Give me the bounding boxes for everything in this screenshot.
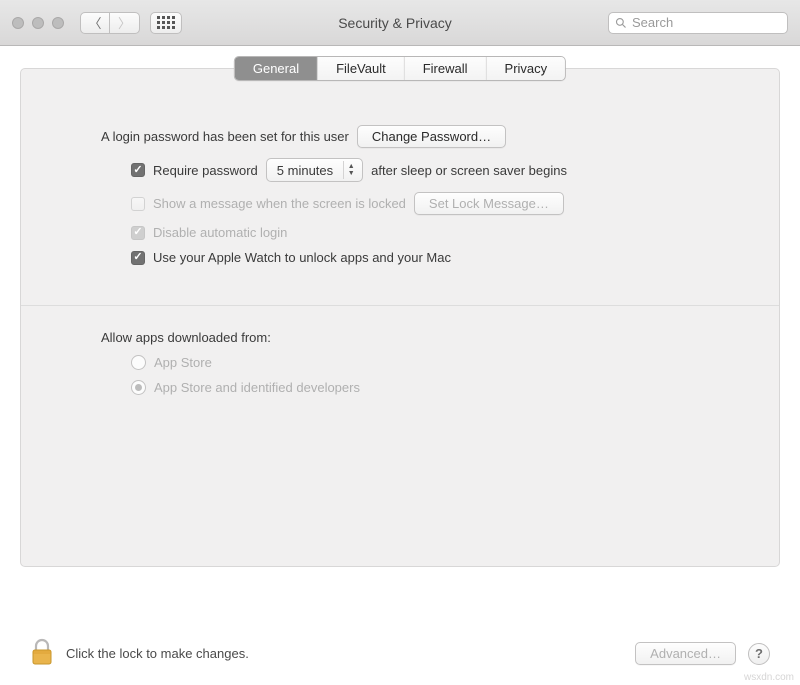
login-password-text: A login password has been set for this u… [101, 129, 349, 144]
disable-auto-login-row: Disable automatic login [101, 225, 719, 240]
require-password-delay-value: 5 minutes [277, 163, 333, 178]
window-controls [12, 17, 64, 29]
allow-identified-row: App Store and identified developers [101, 380, 719, 395]
nav-back-forward: 〈 〉 [80, 12, 140, 34]
chevron-right-icon: 〉 [118, 13, 131, 32]
tab-bar: General FileVault Firewall Privacy [234, 56, 566, 81]
lock-text: Click the lock to make changes. [66, 646, 623, 661]
advanced-button[interactable]: Advanced… [635, 642, 736, 665]
lock-icon[interactable] [30, 638, 54, 669]
require-password-delay-select[interactable]: 5 minutes ▲▼ [266, 158, 363, 182]
allow-apps-heading-row: Allow apps downloaded from: [101, 330, 719, 345]
require-password-prefix: Require password [153, 163, 258, 178]
stepper-icon: ▲▼ [343, 161, 358, 179]
allow-app-store-label: App Store [154, 355, 212, 370]
back-button[interactable]: 〈 [80, 12, 110, 34]
apple-watch-label: Use your Apple Watch to unlock apps and … [153, 250, 451, 265]
disable-auto-login-checkbox [131, 226, 145, 240]
general-content: A login password has been set for this u… [21, 69, 779, 395]
help-button[interactable]: ? [748, 643, 770, 665]
titlebar: 〈 〉 Security & Privacy Search [0, 0, 800, 46]
chevron-left-icon: 〈 [88, 13, 101, 32]
show-message-checkbox[interactable] [131, 197, 145, 211]
tab-privacy[interactable]: Privacy [487, 57, 566, 80]
require-password-suffix: after sleep or screen saver begins [371, 163, 567, 178]
zoom-window-icon[interactable] [52, 17, 64, 29]
forward-button[interactable]: 〉 [110, 12, 140, 34]
allow-apps-section: Allow apps downloaded from: App Store Ap… [101, 306, 719, 395]
change-password-button[interactable]: Change Password… [357, 125, 506, 148]
window-title: Security & Privacy [192, 15, 598, 31]
search-placeholder: Search [632, 15, 673, 30]
set-lock-message-button: Set Lock Message… [414, 192, 564, 215]
tab-firewall[interactable]: Firewall [405, 57, 487, 80]
allow-identified-radio [131, 380, 146, 395]
login-password-row: A login password has been set for this u… [101, 125, 719, 148]
show-all-button[interactable] [150, 12, 182, 34]
tab-general[interactable]: General [235, 57, 318, 80]
search-icon [615, 17, 627, 29]
footer: Click the lock to make changes. Advanced… [0, 638, 800, 669]
tab-filevault[interactable]: FileVault [318, 57, 405, 80]
show-message-row: Show a message when the screen is locked… [101, 192, 719, 215]
require-password-row: Require password 5 minutes ▲▼ after slee… [101, 158, 719, 182]
main-pane: General FileVault Firewall Privacy A log… [20, 68, 780, 567]
search-field[interactable]: Search [608, 12, 788, 34]
apple-watch-checkbox[interactable] [131, 251, 145, 265]
allow-apps-heading: Allow apps downloaded from: [101, 330, 271, 345]
grid-icon [157, 16, 175, 29]
minimize-window-icon[interactable] [32, 17, 44, 29]
allow-app-store-row: App Store [101, 355, 719, 370]
show-message-label: Show a message when the screen is locked [153, 196, 406, 211]
watermark: wsxdn.com [744, 672, 794, 683]
help-icon: ? [755, 646, 763, 661]
require-password-checkbox[interactable] [131, 163, 145, 177]
disable-auto-login-label: Disable automatic login [153, 225, 287, 240]
close-window-icon[interactable] [12, 17, 24, 29]
apple-watch-row: Use your Apple Watch to unlock apps and … [101, 250, 719, 265]
allow-app-store-radio [131, 355, 146, 370]
allow-identified-label: App Store and identified developers [154, 380, 360, 395]
